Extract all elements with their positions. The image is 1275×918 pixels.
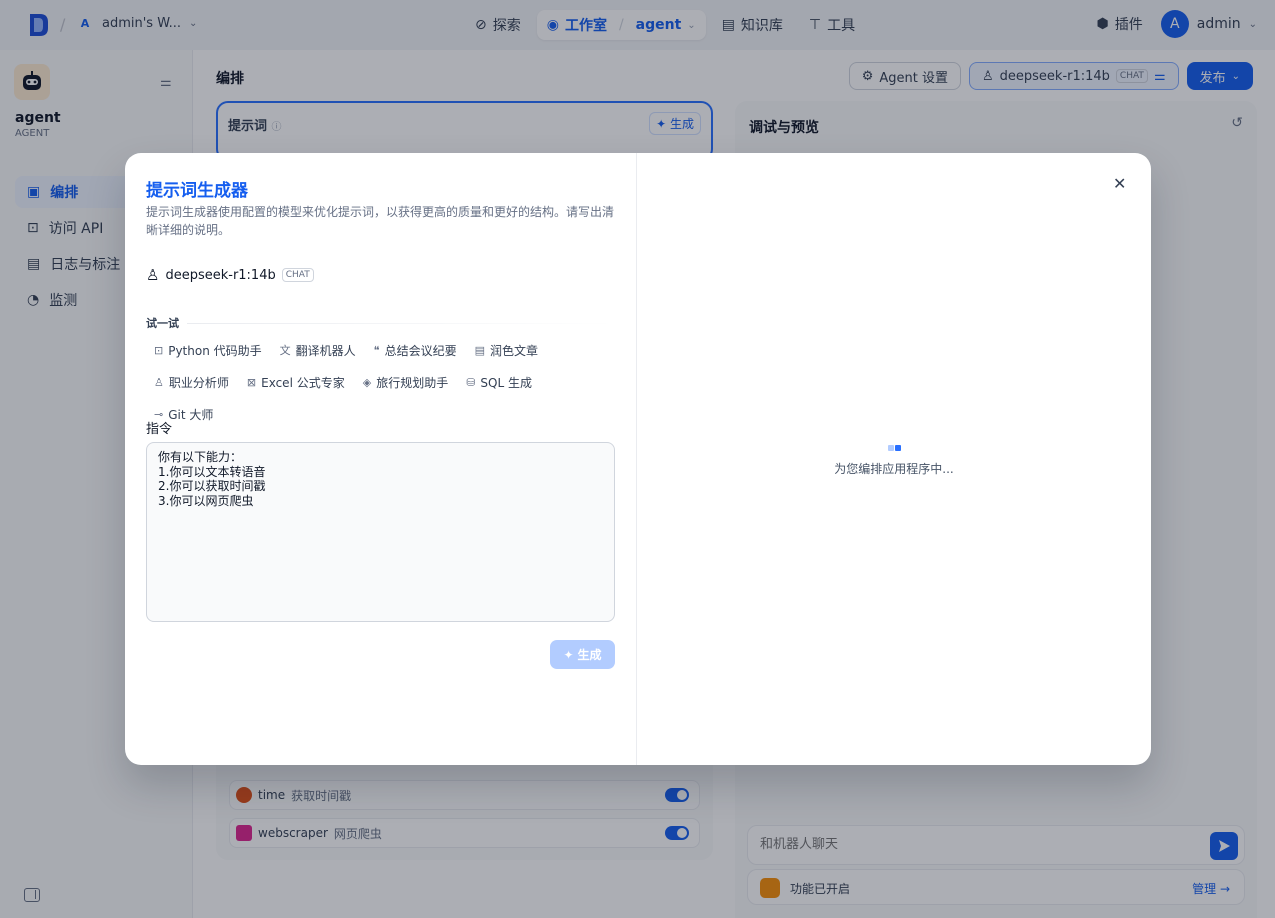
template-python[interactable]: ⊡ Python 代码助手 xyxy=(146,339,270,361)
template-label: SQL 生成 xyxy=(480,375,532,390)
model-name: deepseek-r1:14b xyxy=(165,267,276,283)
template-label: 润色文章 xyxy=(490,343,539,358)
divider xyxy=(187,322,616,324)
dialog-description: 提示词生成器使用配置的模型来优化提示词，以获得更高的质量和更好的结构。请写出清晰… xyxy=(146,205,615,237)
quote-icon: ❝ xyxy=(373,343,380,357)
prompt-generator-form: 提示词生成器 提示词生成器使用配置的模型来优化提示词，以获得更高的质量和更好的结… xyxy=(125,153,637,765)
try-label: 试一试 xyxy=(146,317,179,330)
template-meeting-summary[interactable]: ❝ 总结会议纪要 xyxy=(366,339,465,361)
database-icon: ⛁ xyxy=(466,375,476,389)
generate-label: 生成 xyxy=(577,648,602,662)
instruction-label: 指令 xyxy=(146,422,173,437)
model-icon: ♙ xyxy=(146,266,160,284)
template-list: ⊡ Python 代码助手 文翻译机器人 ❝ 总结会议纪要 ▤ 润色文章 ♙ 职业分析师… xyxy=(146,339,616,435)
article-icon: ▤ xyxy=(474,343,485,357)
loading-text: 为您编排应用程序中... xyxy=(834,462,954,476)
template-label: Excel 公式专家 xyxy=(261,375,345,390)
try-section-header: 试一试 xyxy=(146,315,616,331)
prompt-generator-dialog: 提示词生成器 提示词生成器使用配置的模型来优化提示词，以获得更高的质量和更好的结… xyxy=(125,153,1151,765)
model-info: ♙ deepseek-r1:14b CHAT xyxy=(146,266,314,284)
template-career-analyst[interactable]: ♙ 职业分析师 xyxy=(146,371,237,393)
template-label: 旅行规划助手 xyxy=(376,375,449,390)
template-label: 职业分析师 xyxy=(168,375,229,390)
user-icon: ♙ xyxy=(154,375,164,389)
template-translate[interactable]: 文翻译机器人 xyxy=(272,339,364,361)
instruction-textarea[interactable]: 你有以下能力： 1.你可以文本转语音 2.你可以获取时间戳 3.你可以网页爬虫 xyxy=(146,442,615,622)
template-label: 总结会议纪要 xyxy=(384,343,457,358)
generate-button[interactable]: ✦ 生成 xyxy=(550,640,615,669)
template-label: 翻译机器人 xyxy=(295,343,356,358)
close-icon[interactable]: ✕ xyxy=(1113,174,1126,193)
template-label: Python 代码助手 xyxy=(168,343,262,358)
template-travel-planner[interactable]: ◈ 旅行规划助手 xyxy=(355,371,456,393)
terminal-icon: ⊡ xyxy=(154,343,164,357)
excel-icon: ⊠ xyxy=(246,375,257,389)
loading-spinner-icon xyxy=(637,445,1151,451)
template-label: Git 大师 xyxy=(168,407,214,422)
sparkle-icon: ✦ xyxy=(563,647,574,662)
template-polish-article[interactable]: ▤ 润色文章 xyxy=(467,339,546,361)
template-excel-expert[interactable]: ⊠ Excel 公式专家 xyxy=(239,371,353,393)
dialog-title: 提示词生成器 xyxy=(146,181,248,201)
template-sql[interactable]: ⛁ SQL 生成 xyxy=(458,371,540,393)
translate-icon: 文 xyxy=(279,344,291,357)
map-pin-icon: ◈ xyxy=(362,375,372,389)
model-badge: CHAT xyxy=(281,268,314,282)
loading-state: 为您编排应用程序中... xyxy=(637,445,1151,477)
